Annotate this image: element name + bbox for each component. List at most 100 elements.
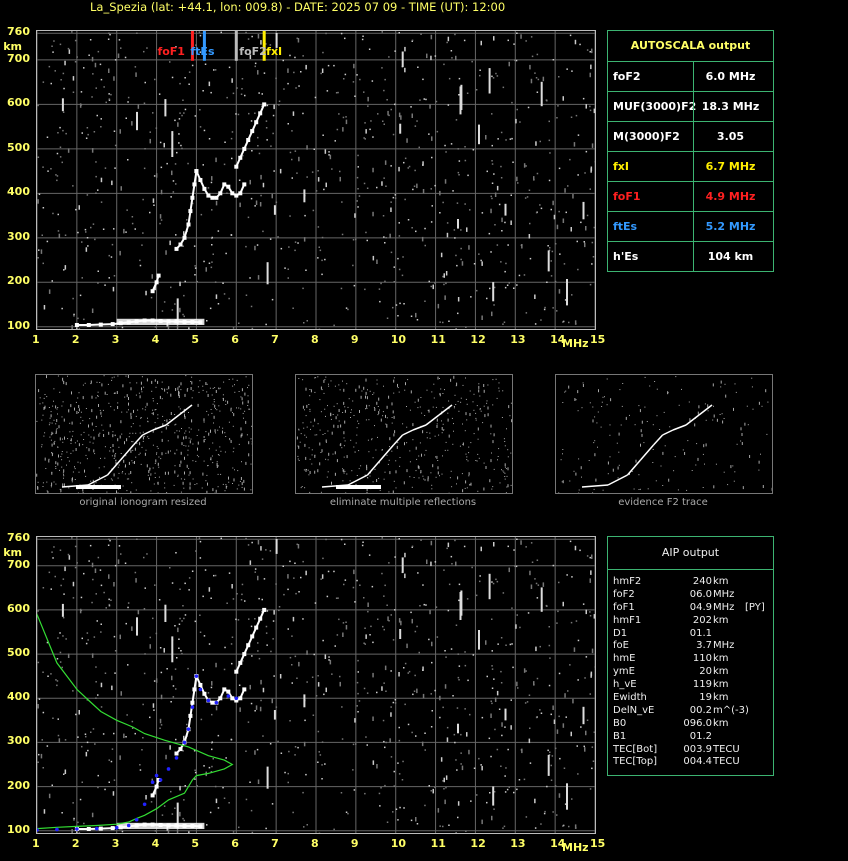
x-tick-label: 6 [231,837,239,850]
x-tick-label: 8 [311,333,319,346]
autoscala-value: 18.3 MHz [701,100,760,113]
echo-streak [478,124,480,145]
x-tick-label: 9 [350,837,359,850]
fitted-point [214,700,219,705]
trace-segment [187,715,192,730]
aip-title: AIP output [608,537,773,570]
y-tick-label: 100 [7,822,30,836]
fitted-point [75,827,79,831]
echo-streak [488,68,491,94]
y-unit-label: km [3,40,22,53]
aip-value: 01.2 [689,730,712,742]
aip-unit: TECU [713,756,740,768]
aip-unit: MHz [713,588,735,600]
aip-unit: km [713,666,729,678]
aip-row: foF2 06.0 MHz [608,589,773,602]
echo-streak [61,603,64,617]
echo-streak [266,262,269,285]
echo-streak [547,754,550,776]
aip-value: 119 [692,679,712,691]
x-tick-label: 4 [151,333,160,346]
echo-streak [171,636,174,663]
fitted-point [194,674,199,678]
fitted-point [226,694,231,698]
fitted-point [166,767,171,771]
y-tick-label: 760 [7,25,30,39]
x-tick-label: 15 [590,837,606,850]
fitted-point [198,687,203,692]
aip-unit: km [713,679,729,691]
ionogram-title: La_Spezia (lat: +44.1, lon: 009.8) - DAT… [90,0,506,14]
x-tick-label: 12 [470,333,486,346]
aip-unit: km [713,717,729,729]
aip-value: 01.1 [689,627,712,639]
echo-streak [504,708,507,721]
autoscala-output-panel: AUTOSCALA output foF2 6.0 MHz MUF(3000)F2 1… [607,30,774,272]
thumbnail-evidence-f2 [555,374,773,494]
x-tick-label: 15 [590,333,606,346]
echo-streak [457,723,459,734]
aip-param: D1 [613,627,628,639]
autoscala-row: M(3000)F2 3.05 [608,122,773,152]
autoscala-param: ftEs [613,220,638,233]
echo-streak [478,630,480,650]
trace-series [234,102,267,169]
aip-param: foE [613,640,629,652]
y-tick-label: 700 [7,51,30,65]
aip-row: Ewidth 19 km [608,692,773,705]
aip-value: 096.0 [683,717,712,729]
trace-point [242,687,247,692]
ionogram-main-plot [36,30,596,330]
aip-param: foF2 [613,588,635,600]
y-tick-label: 600 [7,601,30,615]
aip-param: ymE [613,666,635,678]
aip-row: foF1 04.9 MHz [PY] [608,602,773,615]
autoscala-param: foF2 [613,70,641,83]
echo-streak [460,84,463,110]
aip-value: 00.2 [689,704,712,716]
aip-unit: MHz [713,601,735,613]
y-tick-label: 700 [7,557,30,571]
echo-streak [492,786,495,806]
x-tick-label: 5 [191,837,200,850]
aip-param: B0 [613,717,627,729]
trace-series [174,674,199,756]
marker-label-foF1: foF1 [157,45,185,58]
y-tick-label: 600 [7,96,30,110]
autoscala-title: AUTOSCALA output [608,31,773,62]
trace-series [234,607,267,674]
aip-unit: km [713,614,729,626]
thumbnail-caption-original: original ionogram resized [79,497,207,508]
aip-flag: [PY] [745,601,765,613]
ionogram-profile-plot [36,536,596,834]
marker-label-fxI: fxI [266,45,283,58]
autoscala-row: fxI 6.7 MHz [608,152,773,182]
echo-streak [566,279,568,306]
y-tick-label: 500 [7,646,30,660]
aip-unit: km [713,692,729,704]
thumbnail-caption-eliminate: eliminate multiple reflections [329,497,477,508]
autoscala-param: h'Es [613,250,639,263]
y-tick-label: 100 [7,318,30,332]
marker-label-foF2: foF2 [239,45,267,58]
echo-streak [492,282,495,302]
y-tick-label: 300 [7,734,30,748]
aip-param: TEC[Top] [613,756,658,768]
trace-segment [191,184,196,198]
x-tick-label: 2 [71,837,80,850]
aip-unit: km [713,576,729,587]
aip-row: hmE 110 km [608,653,773,666]
fitted-point [158,778,163,782]
echo-streak [566,783,568,810]
fitted-point [142,802,147,807]
x-tick-label: 10 [390,333,407,346]
fitted-point [94,826,99,831]
echo-streak [164,604,167,622]
autoscala-row: ftEs 5.2 MHz [608,212,773,242]
aip-row: TEC[Top] 004.4 TECU [608,756,773,769]
echo-streak [401,51,404,67]
trace-point [262,607,267,612]
trace-point [242,182,247,187]
aip-param: hmE [613,653,636,665]
echo-streak [488,573,491,600]
